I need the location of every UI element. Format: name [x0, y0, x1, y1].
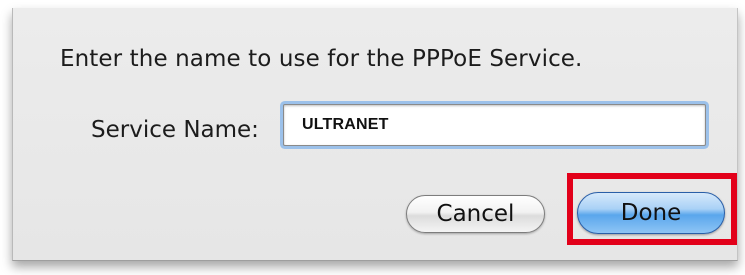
screenshot-stage: Enter the name to use for the PPPoE Serv…	[0, 0, 745, 275]
service-name-value: ULTRANET	[302, 116, 389, 133]
cancel-button[interactable]: Cancel	[406, 195, 545, 233]
service-name-input[interactable]: ULTRANET	[283, 104, 706, 146]
done-button[interactable]: Done	[577, 192, 725, 234]
dialog-prompt: Enter the name to use for the PPPoE Serv…	[60, 46, 583, 72]
pppoe-service-sheet: Enter the name to use for the PPPoE Serv…	[12, 8, 738, 261]
service-name-label: Service Name:	[91, 117, 259, 143]
